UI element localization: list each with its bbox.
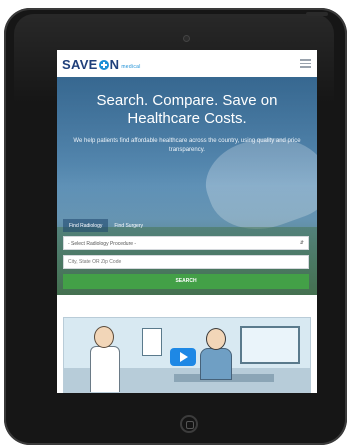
play-icon[interactable]: [170, 348, 196, 366]
logo[interactable]: SAVE N medical: [62, 57, 141, 72]
site-header: SAVE N medical: [57, 50, 317, 77]
video-scene-patient: [200, 348, 232, 380]
tab-find-radiology[interactable]: Find Radiology: [63, 219, 109, 232]
hero-title-line-1: Search. Compare. Save on: [96, 92, 278, 109]
logo-plus-icon: [98, 59, 109, 70]
hero-title: Search. Compare. Save on Healthcare Cost…: [57, 92, 317, 128]
logo-subtitle: medical: [121, 64, 141, 70]
video-section: [57, 295, 317, 393]
hero-subtitle: We help patients find affordable healthc…: [73, 138, 301, 153]
search-button[interactable]: SEARCH: [63, 274, 309, 289]
tablet-screen: SAVE N medical Search. Compare. Save on …: [57, 50, 317, 393]
procedure-select-value: - Select Radiology Procedure -: [68, 241, 137, 247]
tab-find-surgery[interactable]: Find Surgery: [108, 219, 149, 232]
procedure-select[interactable]: - Select Radiology Procedure - ⇵: [63, 236, 309, 250]
search-tabs: Find Radiology Find Surgery: [63, 219, 149, 232]
hero-title-line-2: Healthcare Costs.: [127, 110, 247, 127]
hero-banner: Search. Compare. Save on Healthcare Cost…: [57, 77, 317, 295]
logo-text-save: SAVE: [62, 57, 98, 72]
video-scene-doctor-head: [94, 326, 114, 348]
logo-text-n: N: [109, 57, 120, 72]
video-player[interactable]: [63, 317, 311, 393]
video-scene-doctor: [90, 346, 120, 392]
video-scene-eye-chart: [142, 328, 162, 356]
hamburger-menu-icon[interactable]: [300, 59, 311, 68]
select-arrows-icon: ⇵: [299, 240, 304, 246]
location-input[interactable]: [63, 255, 309, 269]
video-scene-window: [240, 326, 300, 364]
video-scene-patient-head: [206, 328, 226, 350]
camera-icon: [184, 36, 189, 41]
home-button[interactable]: [180, 415, 198, 433]
power-button: [306, 12, 328, 16]
